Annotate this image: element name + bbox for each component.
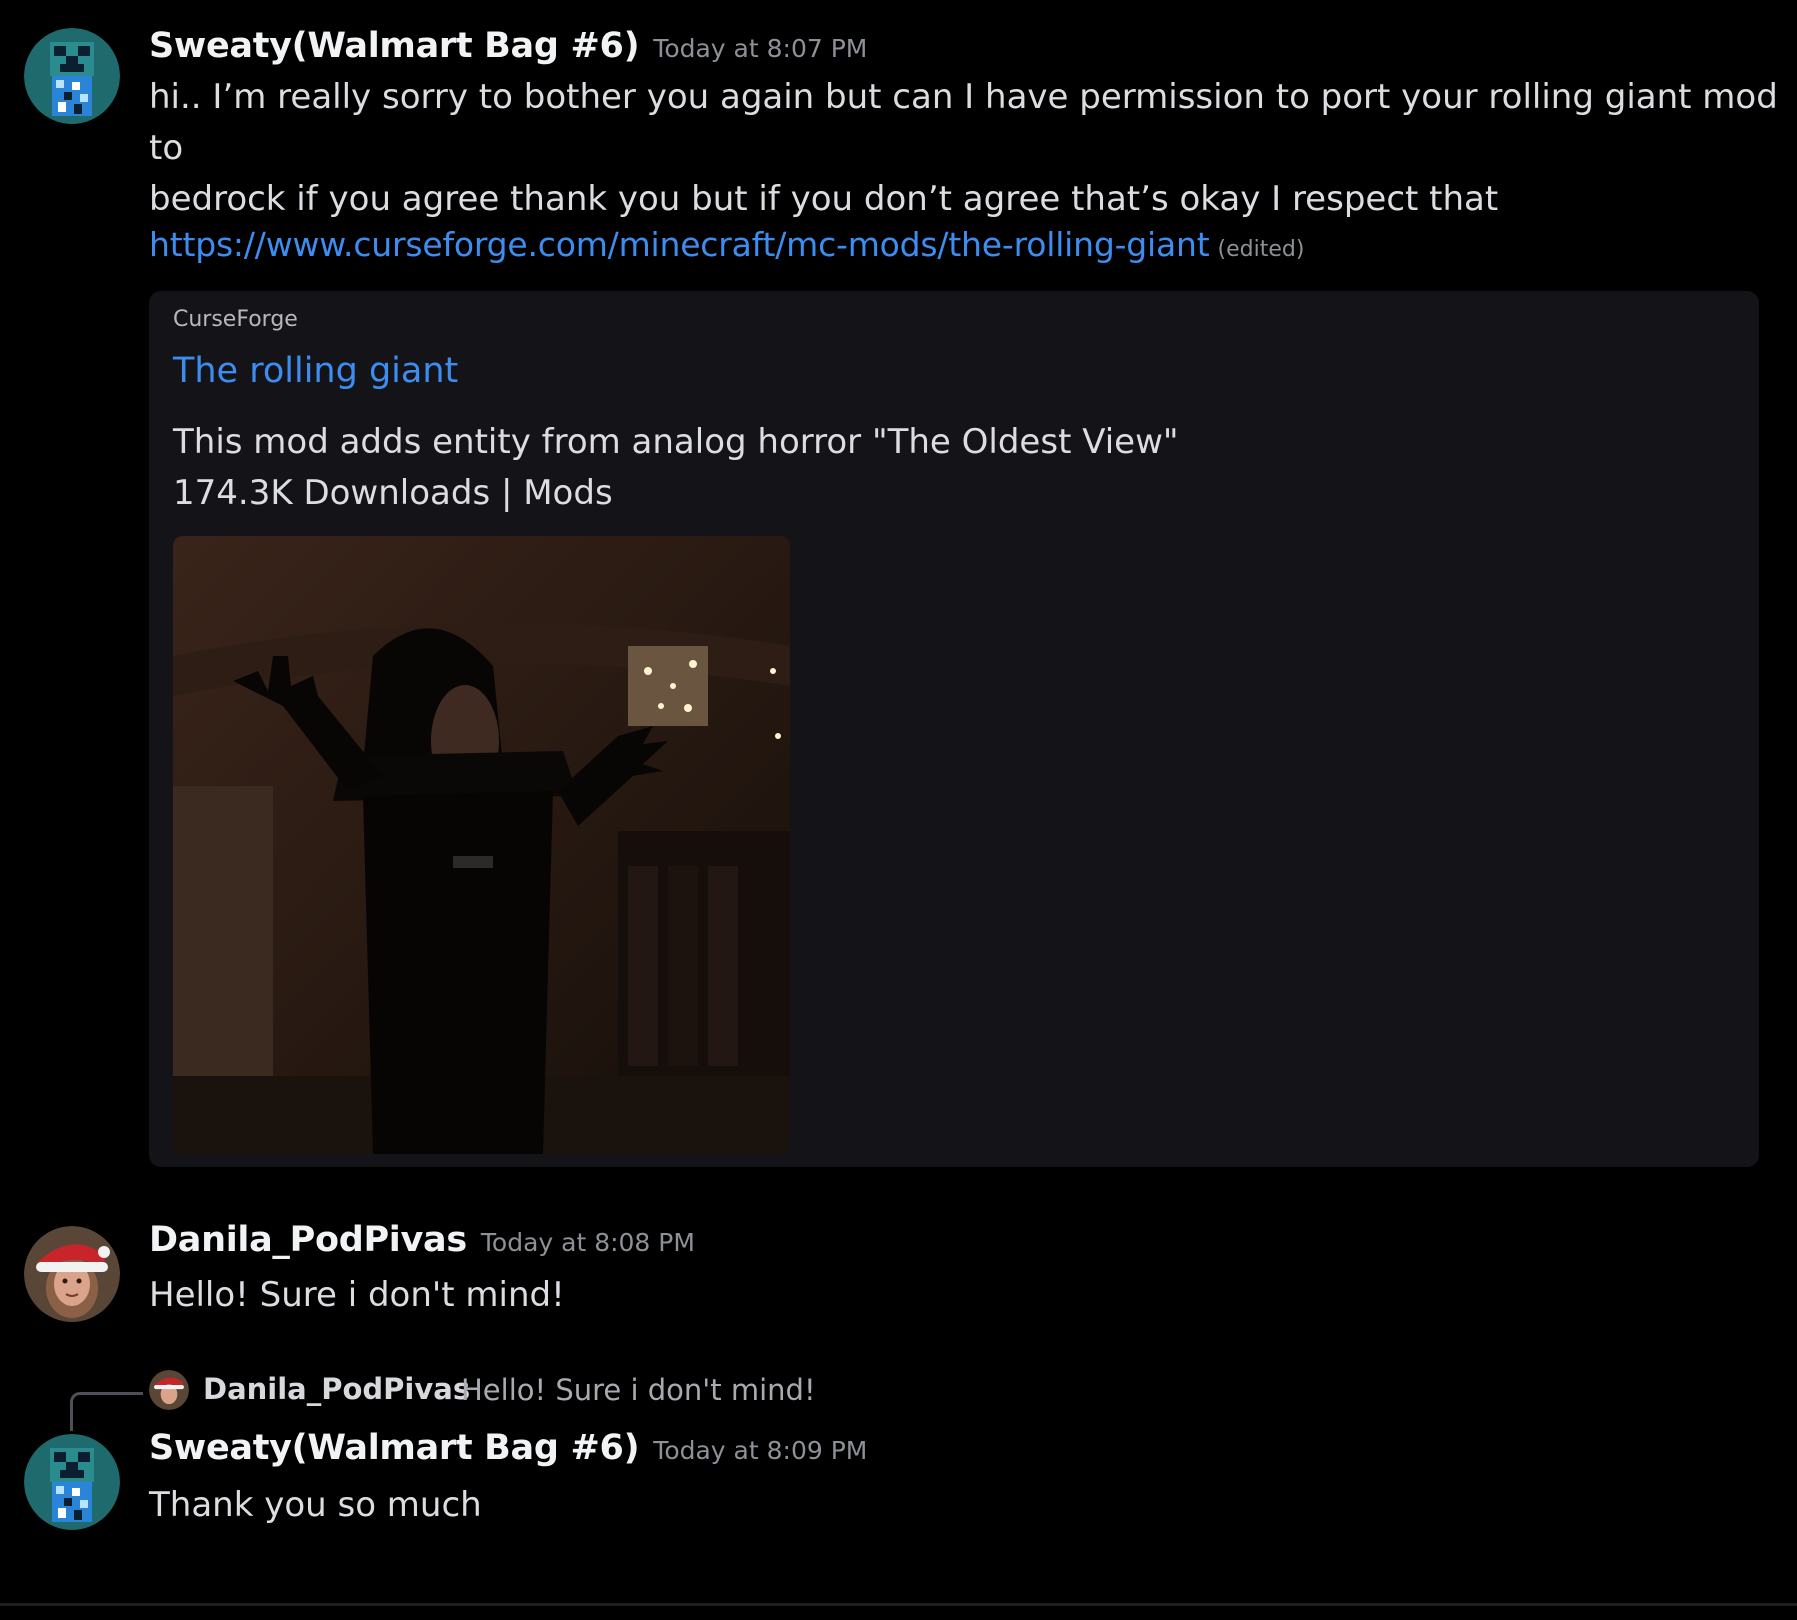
timestamp: Today at 8:07 PM (653, 34, 868, 63)
username[interactable]: Danila_PodPivas (149, 1220, 467, 1260)
embed-provider[interactable]: CurseForge (173, 307, 298, 332)
embed-description: This mod adds entity from analog horror … (173, 422, 1179, 513)
edited-label: (edited) (1217, 237, 1305, 262)
santa-hat-avatar-icon[interactable] (24, 1226, 120, 1322)
embed-image[interactable] (173, 536, 790, 1154)
reply-spine (70, 1392, 143, 1431)
embed-title[interactable]: The rolling giant (173, 351, 458, 391)
creeper-avatar-icon[interactable] (24, 1434, 120, 1530)
message-text: Hello! Sure i don't mind! (149, 1275, 565, 1315)
message-link[interactable]: https://www.curseforge.com/minecraft/mc-… (149, 225, 1210, 264)
timestamp: Today at 8:08 PM (480, 1228, 695, 1257)
link-embed: CurseForge The rolling giant This mod ad… (149, 291, 1759, 1167)
username[interactable]: Sweaty(Walmart Bag #6) (149, 1428, 640, 1468)
message-text: Thank you so much (149, 1485, 482, 1525)
message-text: hi.. I’m really sorry to bother you agai… (149, 77, 1778, 219)
creeper-avatar-icon[interactable] (24, 28, 120, 124)
timestamp: Today at 8:09 PM (653, 1436, 868, 1465)
reply-text[interactable]: Hello! Sure i don't mind! (461, 1373, 816, 1407)
reply-reference[interactable]: Danila_PodPivas Hello! Sure i don't mind… (0, 1368, 1797, 1431)
santa-hat-avatar-icon (149, 1370, 189, 1410)
reply-username[interactable]: Danila_PodPivas (203, 1372, 470, 1406)
username[interactable]: Sweaty(Walmart Bag #6) (149, 26, 640, 66)
chat-messages: Sweaty(Walmart Bag #6) Today at 8:07 PM h… (0, 0, 1797, 1620)
divider (0, 1603, 1797, 1606)
